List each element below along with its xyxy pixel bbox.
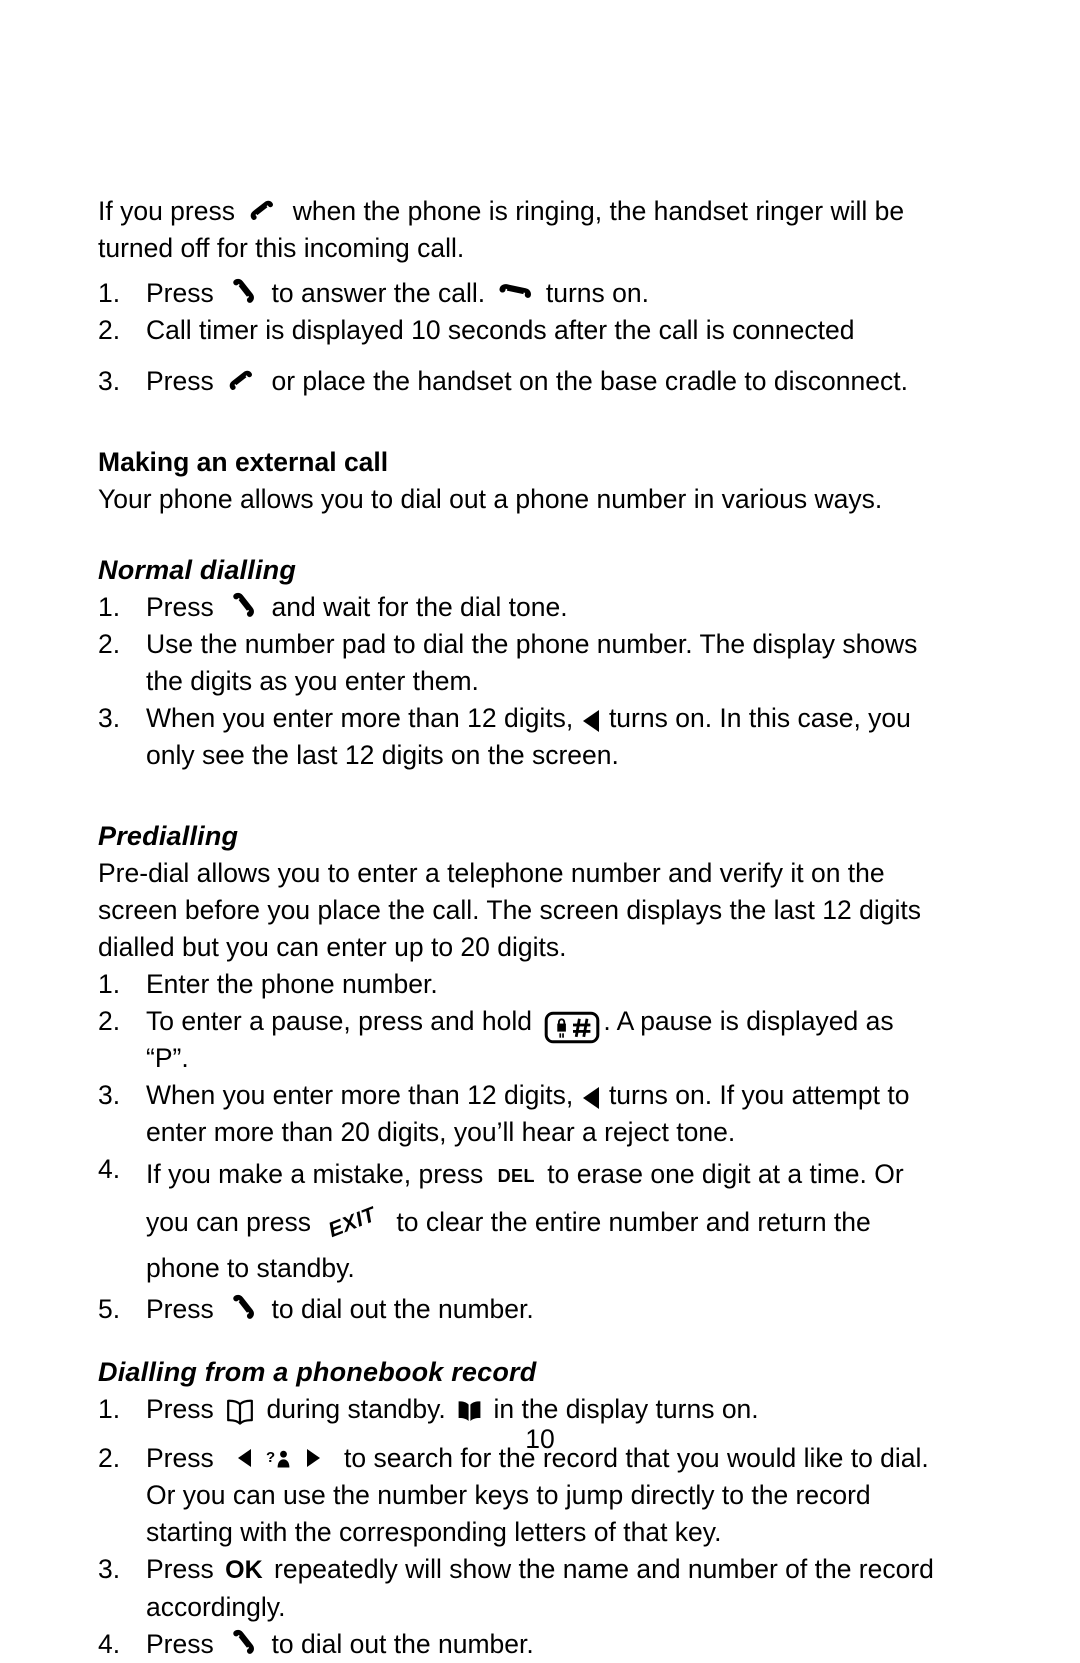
section-heading-making-call: Making an external call bbox=[98, 447, 389, 477]
list-number: 1. bbox=[98, 278, 121, 308]
step-text-3: turns on. bbox=[545, 278, 649, 308]
list-item: 3. When you enter more than 12 digits, t… bbox=[98, 700, 940, 774]
step-text-1: Press bbox=[146, 278, 214, 308]
step-text-1: Press bbox=[146, 1629, 214, 1659]
step-text-1: If you make a mistake, press bbox=[146, 1159, 484, 1189]
left-triangle-indicator-icon bbox=[582, 709, 599, 732]
list-number: 1. bbox=[98, 592, 121, 622]
answer-call-handset-icon bbox=[225, 1293, 259, 1323]
left-triangle-indicator-icon bbox=[582, 1086, 599, 1109]
step-text-2: to answer the call. bbox=[271, 278, 486, 308]
step-text-2: to dial out the number. bbox=[271, 1294, 534, 1324]
end-call-handset-icon bbox=[225, 369, 259, 395]
step-text-2: during standby. bbox=[266, 1394, 446, 1424]
list-item: 2. Press ? to search for the record that… bbox=[98, 1440, 940, 1551]
step-text-2: and wait for the dial tone. bbox=[271, 592, 568, 622]
step-text-1: Press bbox=[146, 592, 214, 622]
list-item: 1. Enter the phone number. bbox=[98, 966, 940, 1003]
list-item: 4. If you make a mistake, press DEL to e… bbox=[98, 1151, 940, 1291]
step-text-1: Press bbox=[146, 366, 214, 396]
step-text-1: Call timer is displayed 10 seconds after… bbox=[146, 315, 855, 345]
step-text-1: Enter the phone number. bbox=[146, 969, 438, 999]
list-item: 5. Press to dial out the number. bbox=[98, 1291, 940, 1328]
intro-paragraph: If you press when the phone is ringing, … bbox=[98, 193, 940, 267]
phonebook-solid-icon bbox=[457, 1399, 482, 1423]
list-item: 1. Press during standby. in the display … bbox=[98, 1391, 940, 1428]
list-number: 3. bbox=[98, 1080, 121, 1110]
manual-page: If you press when the phone is ringing, … bbox=[0, 0, 1080, 1659]
answer-call-steps: 1. Press to answer the call. turns on. 2… bbox=[98, 275, 940, 400]
del-key-label: DEL bbox=[497, 1166, 535, 1186]
list-number: 3. bbox=[98, 703, 121, 733]
step-text-2: repeatedly will show the name and number… bbox=[146, 1554, 934, 1622]
list-number: 5. bbox=[98, 1294, 121, 1324]
answer-call-handset-icon bbox=[225, 277, 259, 307]
list-item: 3. Press OK repeatedly will show the nam… bbox=[98, 1551, 940, 1626]
predialling-body: Pre-dial allows you to enter a telephone… bbox=[98, 858, 921, 962]
list-item: 1. Press to answer the call. turns on. bbox=[98, 275, 940, 312]
list-item: 1. Press and wait for the dial tone. bbox=[98, 589, 940, 626]
list-item: 2. Call timer is displayed 10 seconds af… bbox=[98, 312, 940, 349]
step-text-2: or place the handset on the base cradle … bbox=[271, 366, 908, 396]
section-heading-predialling: Predialling bbox=[98, 821, 239, 851]
list-item: 2. Use the number pad to dial the phone … bbox=[98, 626, 940, 700]
list-number: 2. bbox=[98, 315, 121, 345]
step-text-1: When you enter more than 12 digits, bbox=[146, 703, 574, 733]
answer-call-handset-icon bbox=[225, 1628, 259, 1658]
predialling-steps: 1. Enter the phone number. 2. To enter a… bbox=[98, 966, 940, 1328]
list-number: 3. bbox=[98, 366, 121, 396]
step-text-1: Use the number pad to dial the phone num… bbox=[146, 629, 918, 696]
intro-text-before: If you press bbox=[98, 196, 235, 226]
exit-key-label: EXIT bbox=[325, 1203, 380, 1242]
step-text-1: Press bbox=[146, 1554, 214, 1584]
list-item: 4. Press to dial out the number. bbox=[98, 1626, 940, 1663]
step-text-1: When you enter more than 12 digits, bbox=[146, 1080, 574, 1110]
step-text-3: in the display turns on. bbox=[493, 1394, 759, 1424]
list-item: 2. To enter a pause, press and hold . A … bbox=[98, 1003, 940, 1077]
section-heading-phonebook-dialling: Dialling from a phonebook record bbox=[98, 1357, 537, 1387]
page-number: 10 bbox=[525, 1424, 555, 1454]
list-item: 3. Press or place the handset on the bas… bbox=[98, 363, 940, 400]
step-text-1: Press bbox=[146, 1394, 214, 1424]
answer-call-handset-icon bbox=[225, 591, 259, 621]
list-number: 1. bbox=[98, 1394, 121, 1424]
list-number: 3. bbox=[98, 1554, 121, 1584]
ok-key-label: OK bbox=[225, 1556, 263, 1584]
list-item: 3. When you enter more than 12 digits, t… bbox=[98, 1077, 940, 1151]
end-call-handset-icon bbox=[246, 199, 280, 225]
list-number: 1. bbox=[98, 969, 121, 999]
step-text-2: to search for the record that you would … bbox=[146, 1443, 929, 1547]
step-text-1: To enter a pause, press and hold bbox=[146, 1006, 532, 1036]
list-number: 4. bbox=[98, 1154, 121, 1184]
step-text-2: to dial out the number. bbox=[271, 1629, 534, 1659]
pause-hash-key-icon bbox=[544, 1011, 600, 1044]
step-text-1: Press bbox=[146, 1294, 214, 1324]
list-number: 2. bbox=[98, 1006, 121, 1036]
section-heading-normal-dialling: Normal dialling bbox=[98, 555, 297, 585]
list-number: 2. bbox=[98, 629, 121, 659]
making-call-body: Your phone allows you to dial out a phon… bbox=[98, 484, 883, 514]
list-number: 4. bbox=[98, 1629, 121, 1659]
phonebook-outline-icon bbox=[225, 1398, 255, 1426]
in-call-handset-icon bbox=[496, 279, 534, 307]
normal-dialling-steps: 1. Press and wait for the dial tone. 2. … bbox=[98, 589, 940, 774]
